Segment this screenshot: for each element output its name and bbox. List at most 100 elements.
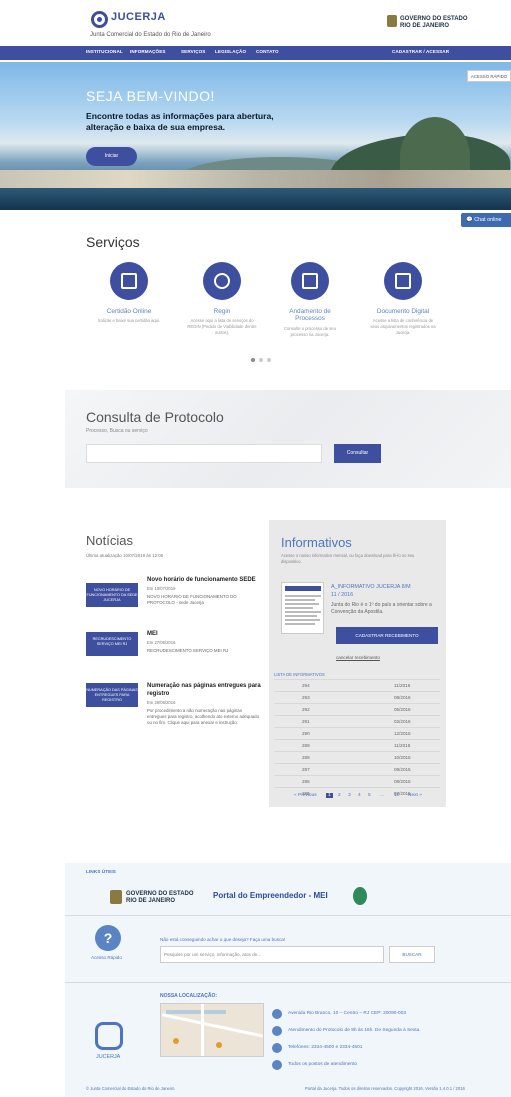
news-text-1: NOVO HORÁRIO DE FUNCIONAMENTO DO PROTOCO… (147, 594, 237, 605)
copyright-left: © Junta Comercial do Estado do Rio de Ja… (86, 1086, 175, 1091)
gov-rj-text: GOVERNO DO ESTADO RIO DE JANEIRO (126, 891, 194, 904)
register-button[interactable]: CADASTRAR RECEBIMENTO (336, 627, 438, 644)
footer-search-button[interactable]: BUSCAR (389, 946, 435, 963)
gov-logo-text: GOVERNO DO ESTADO RIO DE JANEIRO (400, 16, 468, 29)
informativo-row[interactable]: 290 12/2015 (274, 727, 440, 739)
news-text-3: Por procedimento a não numeração nas pág… (147, 708, 260, 725)
news-date-3: Em 29/06/2016 (147, 700, 176, 705)
carousel-dot-2[interactable] (259, 358, 263, 362)
share-icon[interactable] (203, 262, 241, 300)
chat-online-button[interactable]: 💬 Chat online (461, 213, 511, 227)
footer-divider-2 (65, 982, 511, 983)
location-map[interactable] (160, 1003, 264, 1057)
informativo-row[interactable]: 293 08/2016 (274, 691, 440, 703)
document-icon[interactable] (291, 262, 329, 300)
nav-item-legislacao[interactable]: LEGISLAÇÃO (215, 49, 246, 54)
news-date-2: Em 27/06/2016 (147, 640, 176, 645)
service-title-documento[interactable]: Documento Digital (368, 308, 438, 315)
carousel-dot-1[interactable] (251, 358, 255, 362)
informativo-period: 07/2015 (394, 791, 411, 796)
nav-item-informacoes[interactable]: INFORMAÇÕES (130, 49, 166, 54)
informativo-row[interactable]: 288 10/2015 (274, 751, 440, 763)
service-title-certidao[interactable]: Certidão Online (94, 308, 164, 315)
copyright-right: Portal da Jucerja. Todos os direitos res… (305, 1086, 465, 1091)
informativos-desc: Acesse o nosso informativo mensal, ou fa… (281, 553, 415, 564)
service-desc-certidao: Solicite e baixe sua certidão aqui. (97, 318, 161, 323)
rj-seal-icon (110, 890, 122, 904)
map-pin-icon (173, 1038, 179, 1044)
informativo-period: 11/2015 (394, 743, 411, 748)
certidao-icon[interactable] (110, 262, 148, 300)
informativo-period: 11/2016 (394, 683, 411, 688)
nav-item-institucional[interactable]: INSTITUCIONAL (86, 49, 123, 54)
question-icon[interactable]: ? (95, 925, 121, 951)
informativo-row[interactable]: 285 07/2015 (274, 787, 440, 799)
service-title-andamento[interactable]: Andamento de Processos (275, 308, 345, 322)
news-thumb-3[interactable]: NUMERAÇÃO DAS PÁGINAS ENTREGUES PARA REG… (86, 683, 138, 707)
informativo-period: 12/2015 (394, 731, 411, 736)
address-text: Avenida Rio Branco, 10 – Centro – RJ CEP… (288, 1011, 407, 1016)
digital-document-icon[interactable] (384, 262, 422, 300)
brand-name[interactable]: JUCERJA (111, 11, 166, 23)
gov-rj-link[interactable]: GOVERNO DO ESTADO RIO DE JANEIRO (110, 888, 194, 908)
informativo-row[interactable]: 286 08/2015 (274, 775, 440, 787)
informativo-period: 08/2015 (394, 779, 411, 784)
nav-item-servicos[interactable]: SERVIÇOS (181, 49, 205, 54)
protocol-input[interactable] (86, 444, 322, 463)
protocol-title: Consulta de Protocolo (86, 409, 224, 425)
informativo-headline[interactable]: A_INFORMATIVO JUCERJA 8/M (331, 584, 441, 590)
map-pin-icon (216, 1042, 222, 1048)
jucerja-footer-logo-icon (95, 1022, 123, 1050)
consult-button[interactable]: Consultar (334, 444, 381, 463)
carousel-dot-3[interactable] (267, 358, 271, 362)
quick-access-button[interactable]: ACESSO RÁPIDO (467, 70, 511, 82)
news-headline-1[interactable]: Novo horário de funcionamento SEDE (147, 576, 262, 584)
informativo-number: 292 (302, 707, 310, 712)
informativo-number: 290 (302, 731, 310, 736)
informativo-number: 291 (302, 719, 310, 724)
informativo-row[interactable]: 289 11/2015 (274, 739, 440, 751)
informativo-number: 287 (302, 767, 310, 772)
informativo-period: 09/2015 (394, 767, 411, 772)
quick-access-label[interactable]: Acesso Rápido (91, 955, 122, 960)
informativos-title: Informativos (281, 535, 352, 550)
site-header: JUCERJA Junta Comercial do Estado do Rio… (0, 0, 511, 44)
footer-search-input[interactable]: Pesquise por um serviço, informação, ato… (160, 946, 384, 963)
protocol-subtitle: Processo, Busca ou serviço (86, 428, 148, 434)
informativo-row[interactable]: 291 02/2016 (274, 715, 440, 727)
start-button[interactable]: Iniciar (86, 147, 137, 166)
useful-links-label: LINKS ÚTEIS (86, 870, 116, 875)
informativo-row[interactable]: 292 05/2016 (274, 703, 440, 715)
nav-account[interactable]: CADASTRAR / ACESSAR (392, 49, 449, 54)
location-icon (272, 1060, 282, 1070)
news-thumb-1[interactable]: NOVO HORÁRIO DE FUNCIONAMENTO DA SEDE JU… (86, 583, 138, 607)
protocol-section (65, 390, 511, 488)
hero-subtitle: Encontre todas as informações para abert… (86, 111, 274, 132)
news-text-2: RECRUDESCIMENTO SERVIÇO MEI RJ (147, 648, 229, 653)
portal-empreendedor-link[interactable]: Portal do Empreendedor - MEI (213, 891, 328, 900)
brand-subtitle: Junta Comercial do Estado do Rio de Jane… (90, 32, 211, 38)
points-link[interactable]: Todos os postos de atendimento (288, 1062, 357, 1067)
news-headline-2[interactable]: MEI (147, 630, 262, 638)
informativo-number: 294 (302, 683, 310, 688)
jucerja-logo-icon[interactable] (91, 11, 108, 28)
clock-icon (272, 1026, 282, 1036)
news-title: Notícias (86, 533, 133, 548)
news-headline-3[interactable]: Numeração nas páginas entregues para reg… (147, 682, 262, 698)
informativo-date: 11 / 2016 (331, 592, 354, 598)
partner-logo-icon[interactable] (353, 887, 367, 905)
main-nav: INSTITUCIONAL INFORMAÇÕES SERVIÇOS LEGIS… (0, 46, 511, 60)
cancel-link[interactable]: cancelar recebimento (336, 655, 380, 660)
hours-text: Atendimento do Protocolo de 9h às 16h. D… (288, 1028, 421, 1033)
map-water (166, 1010, 226, 1014)
service-desc-documento: Acesse a lista de conferência de seus ar… (370, 318, 436, 335)
informativo-cover[interactable] (281, 582, 324, 634)
news-thumb-2[interactable]: RECRUDESCIMENTO SERVIÇO MEI RJ (86, 632, 138, 656)
informativo-period: 05/2016 (394, 707, 411, 712)
informativo-number: 289 (302, 743, 310, 748)
service-title-regin[interactable]: Regin (187, 308, 257, 315)
nav-item-contato[interactable]: CONTATO (256, 49, 279, 54)
informativo-row[interactable]: 294 11/2016 (274, 679, 440, 691)
phone-icon (272, 1043, 282, 1053)
informativo-row[interactable]: 287 09/2015 (274, 763, 440, 775)
